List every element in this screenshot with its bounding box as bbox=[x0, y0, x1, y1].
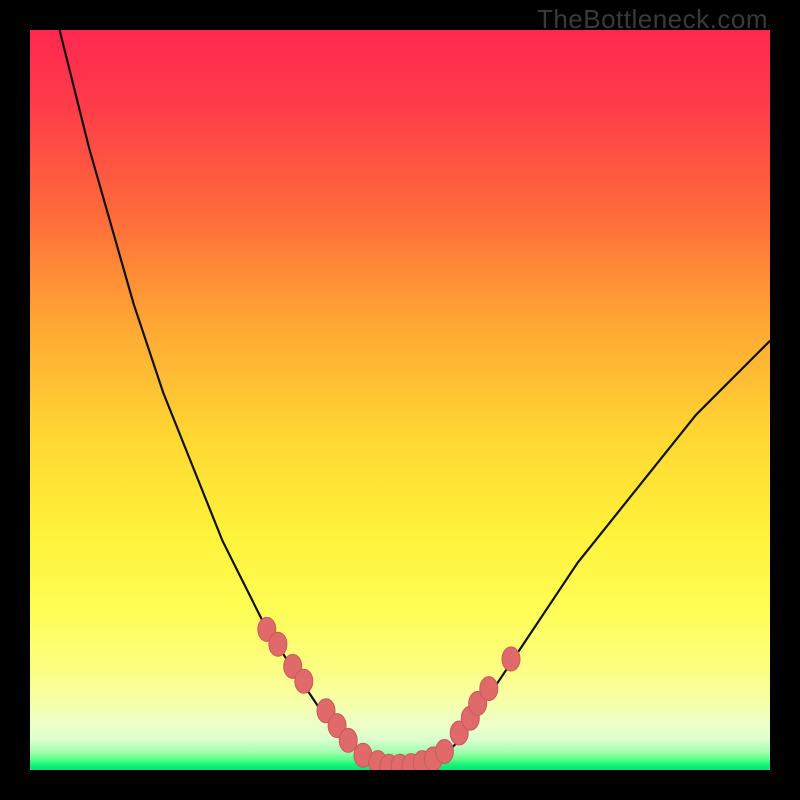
data-marker bbox=[435, 740, 453, 764]
data-markers bbox=[258, 617, 520, 770]
data-marker bbox=[269, 632, 287, 656]
chart-frame: TheBottleneck.com bbox=[0, 0, 800, 800]
curve-svg bbox=[30, 30, 770, 770]
data-marker bbox=[480, 677, 498, 701]
data-marker bbox=[339, 728, 357, 752]
data-marker bbox=[502, 647, 520, 671]
data-marker bbox=[295, 669, 313, 693]
bottleneck-curve bbox=[60, 30, 770, 768]
plot-area bbox=[30, 30, 770, 770]
